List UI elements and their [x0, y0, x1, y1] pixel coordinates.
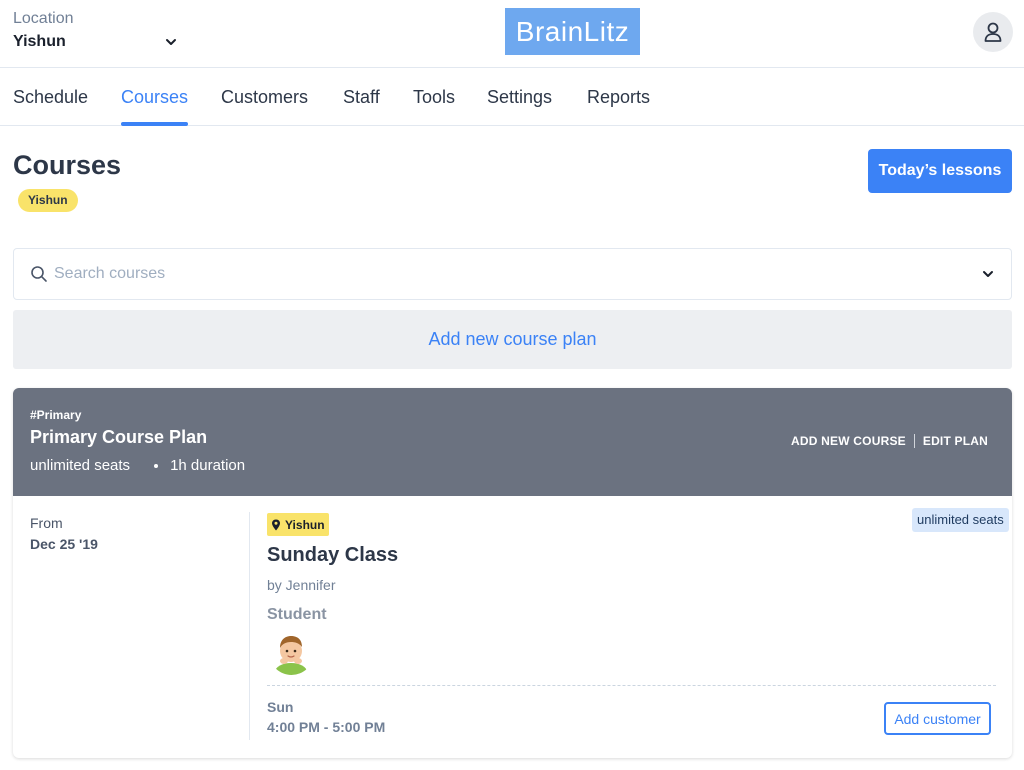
- add-new-course-link[interactable]: ADD NEW COURSE: [791, 434, 906, 448]
- from-date: Dec 25 '19: [30, 536, 98, 552]
- map-pin-icon: [272, 519, 280, 530]
- chevron-down-icon[interactable]: [981, 267, 995, 281]
- lesson-day: Sun: [267, 699, 294, 715]
- main-nav: Schedule Courses Customers Staff Tools S…: [0, 68, 1024, 126]
- course-teacher: by Jennifer: [267, 577, 336, 593]
- tab-courses[interactable]: Courses: [121, 68, 189, 126]
- plan-seats: unlimited seats: [30, 457, 131, 474]
- course-location: Yishun: [285, 517, 325, 532]
- tab-reports[interactable]: Reports: [587, 68, 650, 126]
- course-name[interactable]: Sunday Class: [267, 544, 398, 567]
- course-plan-header: #Primary Primary Course Plan unlimited s…: [13, 388, 1012, 496]
- child-avatar-image: [269, 630, 314, 675]
- profile-button[interactable]: [973, 12, 1013, 52]
- student-label: Student: [267, 606, 327, 623]
- location-selector[interactable]: Location Yishun: [13, 9, 178, 52]
- tab-schedule[interactable]: Schedule: [13, 68, 88, 126]
- tab-label: Reports: [587, 87, 651, 107]
- course-item: From Dec 25 '19 Yishun unlimited seats S…: [13, 496, 1012, 758]
- add-course-plan-button[interactable]: Add new course plan: [13, 310, 1012, 369]
- location-dropdown[interactable]: Yishun: [13, 32, 178, 52]
- page-title: Courses: [13, 150, 122, 180]
- plan-meta: unlimited seats 1h duration: [30, 457, 245, 474]
- todays-lessons-button[interactable]: Today’s lessons: [868, 149, 1012, 193]
- plan-tag: #Primary: [30, 408, 82, 422]
- tab-label: Customers: [221, 87, 309, 107]
- student-avatar[interactable]: [269, 630, 314, 675]
- tab-customers[interactable]: Customers: [221, 68, 308, 126]
- from-label: From: [30, 515, 63, 531]
- divider: [249, 512, 250, 740]
- bullet-separator: [154, 463, 159, 468]
- seats-badge: unlimited seats: [912, 508, 1009, 532]
- tab-label: Settings: [487, 87, 553, 107]
- user-icon: [984, 22, 1002, 42]
- add-customer-button[interactable]: Add customer: [884, 702, 991, 735]
- location-value: Yishun: [13, 33, 66, 50]
- plan-actions: ADD NEW COURSE EDIT PLAN: [791, 434, 988, 448]
- tab-staff[interactable]: Staff: [343, 68, 380, 126]
- search-input[interactable]: [54, 265, 981, 283]
- tab-tools[interactable]: Tools: [413, 68, 455, 126]
- location-label: Location: [13, 10, 74, 27]
- course-plan-card: #Primary Primary Course Plan unlimited s…: [13, 388, 1012, 758]
- brand-logo[interactable]: BrainLitz: [505, 8, 640, 55]
- dashed-divider: [267, 685, 996, 686]
- tab-label: Tools: [413, 87, 456, 107]
- tab-label: Schedule: [13, 87, 89, 107]
- course-search[interactable]: [13, 248, 1012, 300]
- tab-label: Courses: [121, 87, 189, 107]
- plan-duration: 1h duration: [170, 457, 246, 474]
- plan-name: Primary Course Plan: [30, 427, 208, 447]
- course-location-badge: Yishun: [267, 513, 329, 536]
- lesson-time: 4:00 PM - 5:00 PM: [267, 719, 386, 735]
- chevron-down-icon: [166, 39, 176, 45]
- search-icon: [31, 266, 47, 282]
- top-bar: Location Yishun BrainLitz: [0, 0, 1024, 68]
- location-badge: Yishun: [18, 189, 78, 212]
- edit-plan-link[interactable]: EDIT PLAN: [923, 434, 988, 448]
- tab-label: Staff: [343, 87, 380, 107]
- divider: [913, 434, 915, 448]
- tab-settings[interactable]: Settings: [487, 68, 552, 126]
